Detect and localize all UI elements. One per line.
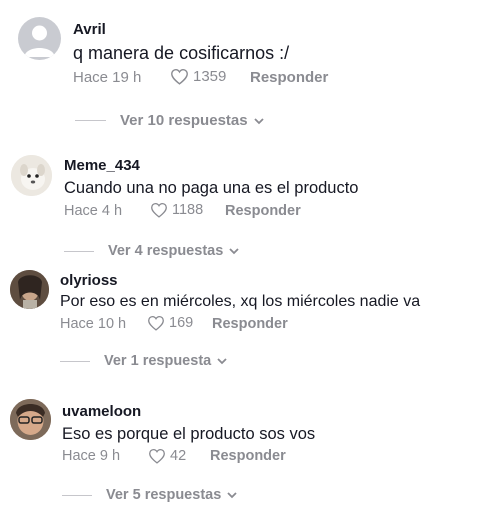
view-replies-label: Ver 5 respuestas bbox=[106, 487, 222, 503]
username[interactable]: olyrioss bbox=[60, 272, 118, 289]
avatar[interactable] bbox=[10, 270, 49, 309]
user-photo-icon bbox=[10, 270, 49, 309]
view-replies-button[interactable]: Ver 5 respuestas bbox=[62, 487, 237, 503]
comment-time: Hace 19 h bbox=[73, 69, 142, 86]
username[interactable]: uvameloon bbox=[62, 403, 141, 420]
username[interactable]: Avril bbox=[73, 21, 106, 38]
comment-time: Hace 10 h bbox=[60, 316, 127, 332]
avatar[interactable] bbox=[11, 155, 52, 196]
like-count: 169 bbox=[169, 315, 194, 331]
username[interactable]: Meme_434 bbox=[64, 157, 140, 174]
chevron-down-icon bbox=[217, 353, 227, 369]
comment-text: Cuando una no paga una es el producto bbox=[64, 179, 359, 197]
divider bbox=[62, 494, 92, 496]
reply-button[interactable]: Responder bbox=[210, 448, 286, 464]
like-button[interactable]: 1359 bbox=[170, 68, 226, 85]
reply-button[interactable]: Responder bbox=[212, 316, 288, 332]
view-replies-button[interactable]: Ver 1 respuesta bbox=[60, 353, 227, 369]
dog-photo-icon bbox=[11, 155, 52, 196]
view-replies-button[interactable]: Ver 4 respuestas bbox=[64, 243, 239, 259]
view-replies-label: Ver 4 respuestas bbox=[108, 243, 224, 259]
avatar[interactable] bbox=[18, 17, 61, 60]
chevron-down-icon bbox=[229, 243, 239, 259]
like-button[interactable]: 169 bbox=[147, 315, 193, 331]
comment-time: Hace 4 h bbox=[64, 203, 123, 219]
comment-text: Por eso es en miércoles, xq los miércole… bbox=[60, 293, 421, 310]
divider bbox=[60, 360, 90, 362]
view-replies-button[interactable]: Ver 10 respuestas bbox=[75, 112, 264, 129]
like-count: 1359 bbox=[193, 68, 227, 85]
heart-outline-icon bbox=[151, 202, 167, 218]
like-button[interactable]: 42 bbox=[148, 448, 186, 464]
comment-text: Eso es porque el producto sos vos bbox=[62, 425, 316, 443]
comment-time: Hace 9 h bbox=[62, 448, 121, 464]
divider bbox=[64, 250, 94, 252]
like-button[interactable]: 1188 bbox=[150, 202, 203, 218]
divider bbox=[75, 120, 106, 121]
avatar[interactable] bbox=[10, 399, 51, 440]
heart-outline-icon bbox=[171, 69, 188, 85]
user-photo-icon bbox=[10, 399, 51, 440]
heart-outline-icon bbox=[149, 448, 165, 464]
chevron-down-icon bbox=[253, 112, 264, 129]
comment-text: q manera de cosificarnos :/ bbox=[73, 43, 290, 63]
default-avatar-icon bbox=[24, 25, 55, 57]
heart-outline-icon bbox=[148, 315, 164, 331]
reply-button[interactable]: Responder bbox=[225, 203, 301, 219]
reply-button[interactable]: Responder bbox=[250, 69, 328, 86]
view-replies-label: Ver 10 respuestas bbox=[120, 112, 248, 129]
like-count: 42 bbox=[170, 448, 187, 464]
like-count: 1188 bbox=[172, 202, 204, 218]
chevron-down-icon bbox=[227, 487, 237, 503]
view-replies-label: Ver 1 respuesta bbox=[104, 353, 212, 369]
